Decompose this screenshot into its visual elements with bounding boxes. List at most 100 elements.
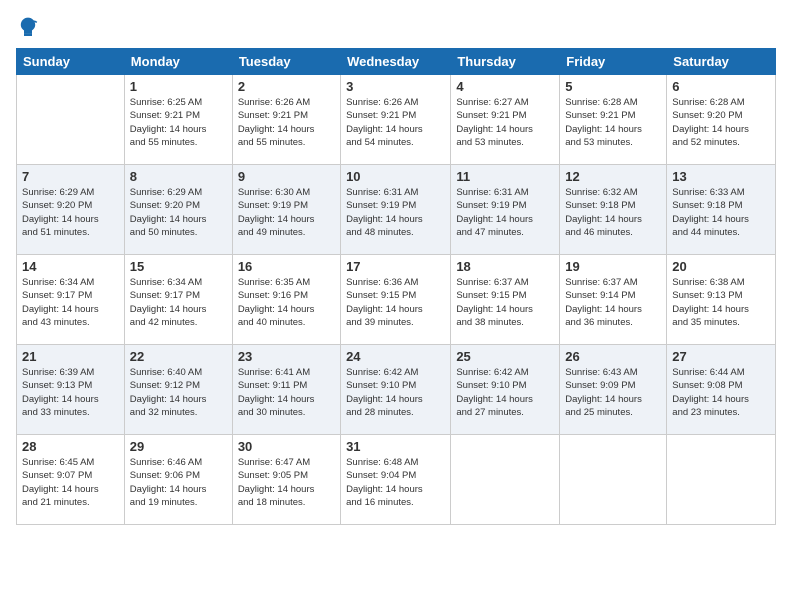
day-number: 12 <box>565 169 661 184</box>
day-info: Sunrise: 6:31 AM Sunset: 9:19 PM Dayligh… <box>456 186 554 239</box>
day-info: Sunrise: 6:40 AM Sunset: 9:12 PM Dayligh… <box>130 366 227 419</box>
day-info: Sunrise: 6:36 AM Sunset: 9:15 PM Dayligh… <box>346 276 445 329</box>
calendar-cell <box>667 435 776 525</box>
calendar-cell: 23 Sunrise: 6:41 AM Sunset: 9:11 PM Dayli… <box>232 345 340 435</box>
calendar-cell: 5 Sunrise: 6:28 AM Sunset: 9:21 PM Daylig… <box>560 75 667 165</box>
weekday-header-wednesday: Wednesday <box>341 49 451 75</box>
calendar-week-2: 7 Sunrise: 6:29 AM Sunset: 9:20 PM Daylig… <box>17 165 776 255</box>
day-info: Sunrise: 6:28 AM Sunset: 9:21 PM Dayligh… <box>565 96 661 149</box>
day-info: Sunrise: 6:46 AM Sunset: 9:06 PM Dayligh… <box>130 456 227 509</box>
calendar-cell <box>17 75 125 165</box>
day-info: Sunrise: 6:34 AM Sunset: 9:17 PM Dayligh… <box>130 276 227 329</box>
calendar-cell: 18 Sunrise: 6:37 AM Sunset: 9:15 PM Dayli… <box>451 255 560 345</box>
day-info: Sunrise: 6:35 AM Sunset: 9:16 PM Dayligh… <box>238 276 335 329</box>
weekday-header-monday: Monday <box>124 49 232 75</box>
day-info: Sunrise: 6:39 AM Sunset: 9:13 PM Dayligh… <box>22 366 119 419</box>
day-number: 21 <box>22 349 119 364</box>
calendar-cell: 6 Sunrise: 6:28 AM Sunset: 9:20 PM Daylig… <box>667 75 776 165</box>
calendar-week-4: 21 Sunrise: 6:39 AM Sunset: 9:13 PM Dayli… <box>17 345 776 435</box>
day-info: Sunrise: 6:37 AM Sunset: 9:14 PM Dayligh… <box>565 276 661 329</box>
calendar-cell: 10 Sunrise: 6:31 AM Sunset: 9:19 PM Dayli… <box>341 165 451 255</box>
day-number: 27 <box>672 349 770 364</box>
calendar-cell: 2 Sunrise: 6:26 AM Sunset: 9:21 PM Daylig… <box>232 75 340 165</box>
day-number: 15 <box>130 259 227 274</box>
calendar-cell: 20 Sunrise: 6:38 AM Sunset: 9:13 PM Dayli… <box>667 255 776 345</box>
weekday-header-friday: Friday <box>560 49 667 75</box>
day-number: 23 <box>238 349 335 364</box>
calendar-cell: 1 Sunrise: 6:25 AM Sunset: 9:21 PM Daylig… <box>124 75 232 165</box>
logo <box>16 16 44 40</box>
day-number: 5 <box>565 79 661 94</box>
day-info: Sunrise: 6:26 AM Sunset: 9:21 PM Dayligh… <box>346 96 445 149</box>
calendar-cell: 24 Sunrise: 6:42 AM Sunset: 9:10 PM Dayli… <box>341 345 451 435</box>
calendar-cell: 7 Sunrise: 6:29 AM Sunset: 9:20 PM Daylig… <box>17 165 125 255</box>
day-number: 14 <box>22 259 119 274</box>
day-number: 30 <box>238 439 335 454</box>
day-info: Sunrise: 6:45 AM Sunset: 9:07 PM Dayligh… <box>22 456 119 509</box>
header <box>16 16 776 40</box>
calendar-cell: 12 Sunrise: 6:32 AM Sunset: 9:18 PM Dayli… <box>560 165 667 255</box>
calendar-cell: 3Sunrise: 6:26 AM Sunset: 9:21 PM Daylig… <box>341 75 451 165</box>
day-number: 16 <box>238 259 335 274</box>
calendar-cell: 14 Sunrise: 6:34 AM Sunset: 9:17 PM Dayli… <box>17 255 125 345</box>
day-info: Sunrise: 6:38 AM Sunset: 9:13 PM Dayligh… <box>672 276 770 329</box>
day-number: 25 <box>456 349 554 364</box>
day-number: 10 <box>346 169 445 184</box>
day-info: Sunrise: 6:41 AM Sunset: 9:11 PM Dayligh… <box>238 366 335 419</box>
day-info: Sunrise: 6:42 AM Sunset: 9:10 PM Dayligh… <box>456 366 554 419</box>
calendar-cell: 21 Sunrise: 6:39 AM Sunset: 9:13 PM Dayli… <box>17 345 125 435</box>
calendar-cell: 28Sunrise: 6:45 AM Sunset: 9:07 PM Dayli… <box>17 435 125 525</box>
weekday-header-saturday: Saturday <box>667 49 776 75</box>
calendar-cell: 19 Sunrise: 6:37 AM Sunset: 9:14 PM Dayli… <box>560 255 667 345</box>
calendar-cell: 16 Sunrise: 6:35 AM Sunset: 9:16 PM Dayli… <box>232 255 340 345</box>
day-number: 4 <box>456 79 554 94</box>
day-number: 24 <box>346 349 445 364</box>
day-number: 6 <box>672 79 770 94</box>
day-info: Sunrise: 6:29 AM Sunset: 9:20 PM Dayligh… <box>22 186 119 239</box>
day-info: Sunrise: 6:27 AM Sunset: 9:21 PM Dayligh… <box>456 96 554 149</box>
day-number: 9 <box>238 169 335 184</box>
weekday-header-thursday: Thursday <box>451 49 560 75</box>
day-number: 11 <box>456 169 554 184</box>
day-info: Sunrise: 6:44 AM Sunset: 9:08 PM Dayligh… <box>672 366 770 419</box>
day-number: 17 <box>346 259 445 274</box>
day-info: Sunrise: 6:48 AM Sunset: 9:04 PM Dayligh… <box>346 456 445 509</box>
day-info: Sunrise: 6:34 AM Sunset: 9:17 PM Dayligh… <box>22 276 119 329</box>
calendar-cell: 17 Sunrise: 6:36 AM Sunset: 9:15 PM Dayli… <box>341 255 451 345</box>
day-number: 18 <box>456 259 554 274</box>
calendar-cell: 25 Sunrise: 6:42 AM Sunset: 9:10 PM Dayli… <box>451 345 560 435</box>
day-number: 20 <box>672 259 770 274</box>
calendar-cell: 9 Sunrise: 6:30 AM Sunset: 9:19 PM Daylig… <box>232 165 340 255</box>
weekday-header-tuesday: Tuesday <box>232 49 340 75</box>
calendar-cell: 22 Sunrise: 6:40 AM Sunset: 9:12 PM Dayli… <box>124 345 232 435</box>
day-info: Sunrise: 6:32 AM Sunset: 9:18 PM Dayligh… <box>565 186 661 239</box>
day-number: 22 <box>130 349 227 364</box>
day-info: Sunrise: 6:42 AM Sunset: 9:10 PM Dayligh… <box>346 366 445 419</box>
day-number: 19 <box>565 259 661 274</box>
calendar-cell: 26Sunrise: 6:43 AM Sunset: 9:09 PM Dayli… <box>560 345 667 435</box>
calendar-cell: 4 Sunrise: 6:27 AM Sunset: 9:21 PM Daylig… <box>451 75 560 165</box>
day-info: Sunrise: 6:28 AM Sunset: 9:20 PM Dayligh… <box>672 96 770 149</box>
page-container: SundayMondayTuesdayWednesdayThursdayFrid… <box>0 0 792 535</box>
day-info: Sunrise: 6:29 AM Sunset: 9:20 PM Dayligh… <box>130 186 227 239</box>
day-info: Sunrise: 6:30 AM Sunset: 9:19 PM Dayligh… <box>238 186 335 239</box>
calendar-cell: 27 Sunrise: 6:44 AM Sunset: 9:08 PM Dayli… <box>667 345 776 435</box>
calendar-week-3: 14 Sunrise: 6:34 AM Sunset: 9:17 PM Dayli… <box>17 255 776 345</box>
day-number: 7 <box>22 169 119 184</box>
calendar-week-1: 1 Sunrise: 6:25 AM Sunset: 9:21 PM Daylig… <box>17 75 776 165</box>
calendar-cell: 15 Sunrise: 6:34 AM Sunset: 9:17 PM Dayli… <box>124 255 232 345</box>
day-info: Sunrise: 6:25 AM Sunset: 9:21 PM Dayligh… <box>130 96 227 149</box>
weekday-header-row: SundayMondayTuesdayWednesdayThursdayFrid… <box>17 49 776 75</box>
day-number: 13 <box>672 169 770 184</box>
day-info: Sunrise: 6:26 AM Sunset: 9:21 PM Dayligh… <box>238 96 335 149</box>
day-info: Sunrise: 6:47 AM Sunset: 9:05 PM Dayligh… <box>238 456 335 509</box>
calendar-cell: 8 Sunrise: 6:29 AM Sunset: 9:20 PM Daylig… <box>124 165 232 255</box>
day-number: 1 <box>130 79 227 94</box>
day-info: Sunrise: 6:31 AM Sunset: 9:19 PM Dayligh… <box>346 186 445 239</box>
day-info: Sunrise: 6:33 AM Sunset: 9:18 PM Dayligh… <box>672 186 770 239</box>
calendar-week-5: 28Sunrise: 6:45 AM Sunset: 9:07 PM Dayli… <box>17 435 776 525</box>
day-number: 2 <box>238 79 335 94</box>
day-number: 8 <box>130 169 227 184</box>
calendar-cell: 11 Sunrise: 6:31 AM Sunset: 9:19 PM Dayli… <box>451 165 560 255</box>
day-info: Sunrise: 6:37 AM Sunset: 9:15 PM Dayligh… <box>456 276 554 329</box>
